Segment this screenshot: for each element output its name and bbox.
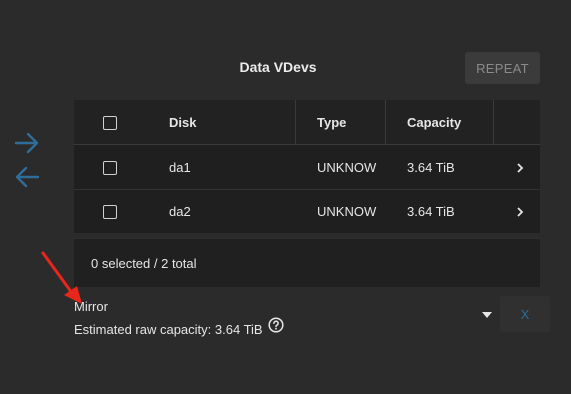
move-arrows — [14, 132, 44, 194]
selection-count: 0 selected / 2 total — [91, 255, 197, 271]
disk-capacity: 3.64 TiB — [407, 203, 455, 219]
arrow-right-icon[interactable] — [14, 132, 40, 154]
column-divider — [295, 100, 296, 144]
chevron-right-icon[interactable] — [516, 160, 524, 178]
help-circle-icon[interactable] — [268, 317, 284, 336]
header-disk[interactable]: Disk — [169, 100, 196, 144]
column-divider — [385, 100, 386, 144]
disk-name: da1 — [169, 159, 191, 175]
row-checkbox[interactable] — [103, 205, 117, 219]
disk-type: UNKNOW — [317, 203, 377, 219]
table-header: Disk Type Capacity — [74, 100, 540, 145]
repeat-button[interactable]: REPEAT — [465, 52, 540, 84]
table-footer: 0 selected / 2 total — [74, 238, 540, 287]
header-capacity[interactable]: Capacity — [407, 100, 461, 144]
header-type[interactable]: Type — [317, 100, 346, 144]
capacity-label: Estimated raw capacity: 3.64 TiB — [74, 322, 263, 337]
annotation-arrow-icon — [38, 250, 88, 311]
vdev-layout-select[interactable]: Mirror — [74, 299, 494, 319]
remove-vdev-button[interactable]: X — [500, 296, 550, 332]
arrow-left-icon[interactable] — [14, 166, 40, 188]
disk-type: UNKNOW — [317, 159, 377, 175]
disk-table: Disk Type Capacity da1 UNKNOW 3.64 TiB d… — [74, 100, 540, 287]
estimated-capacity: Estimated raw capacity: 3.64 TiB — [74, 317, 284, 337]
table-row[interactable]: da1 UNKNOW 3.64 TiB — [74, 145, 540, 190]
caret-down-icon[interactable] — [482, 305, 492, 323]
row-checkbox[interactable] — [103, 161, 117, 175]
chevron-right-icon[interactable] — [516, 204, 524, 222]
select-all-checkbox[interactable] — [103, 116, 117, 130]
column-divider — [493, 100, 494, 144]
table-row[interactable]: da2 UNKNOW 3.64 TiB — [74, 189, 540, 234]
disk-capacity: 3.64 TiB — [407, 159, 455, 175]
disk-name: da2 — [169, 203, 191, 219]
